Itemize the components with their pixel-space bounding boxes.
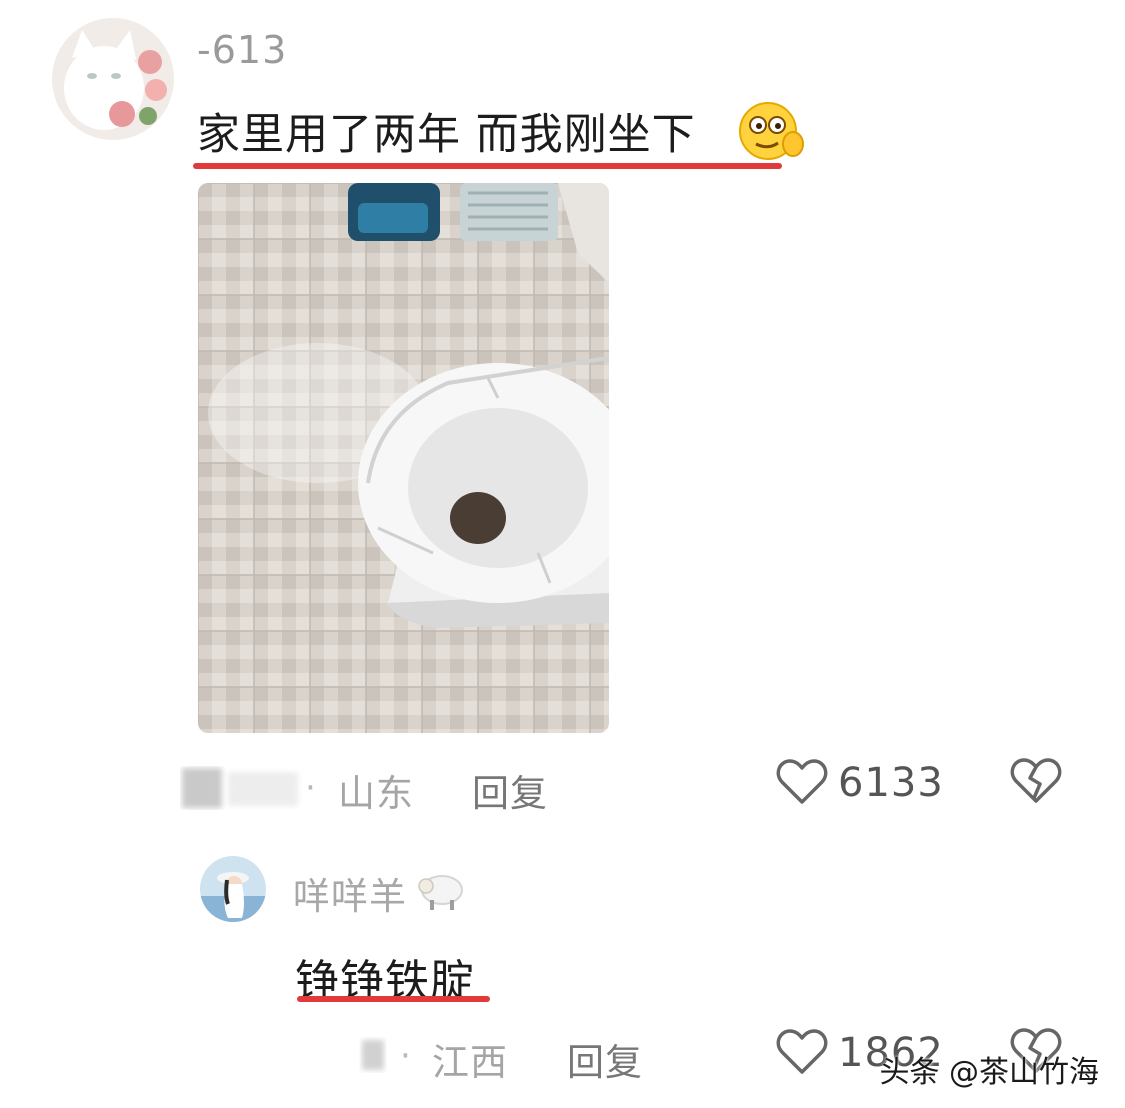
peek-emoji-icon (738, 100, 808, 162)
watermark: 头条 @茶山竹海 (879, 1055, 1099, 1090)
comment-like-count: 6133 (838, 760, 944, 806)
heart-outline-icon[interactable] (776, 758, 828, 806)
reply-username[interactable]: 咩咩羊 (293, 866, 407, 920)
comment-highlight-underline (193, 163, 782, 169)
comment-text: 家里用了两年 而我刚坐下 (197, 110, 696, 160)
reply-location: 江西 (432, 1041, 508, 1084)
broken-heart-icon[interactable] (1010, 756, 1062, 806)
blurred-username (180, 766, 302, 810)
avatar-reply[interactable] (200, 856, 266, 922)
blurred-reply-username (358, 1036, 390, 1074)
sheep-emoji-icon (414, 868, 466, 914)
avatar-main[interactable] (52, 18, 174, 140)
comment-photo[interactable] (198, 183, 609, 733)
comment-username[interactable]: -613 (197, 28, 287, 72)
heart-outline-icon[interactable] (776, 1028, 828, 1076)
reply-location-separator: · (400, 1036, 411, 1076)
reply-highlight-underline (297, 996, 490, 1002)
reply-reply-button[interactable]: 回复 (567, 1032, 643, 1086)
location-separator: · (305, 768, 316, 808)
comment-location: 山东 (338, 772, 414, 815)
comment-reply-button[interactable]: 回复 (472, 763, 548, 817)
